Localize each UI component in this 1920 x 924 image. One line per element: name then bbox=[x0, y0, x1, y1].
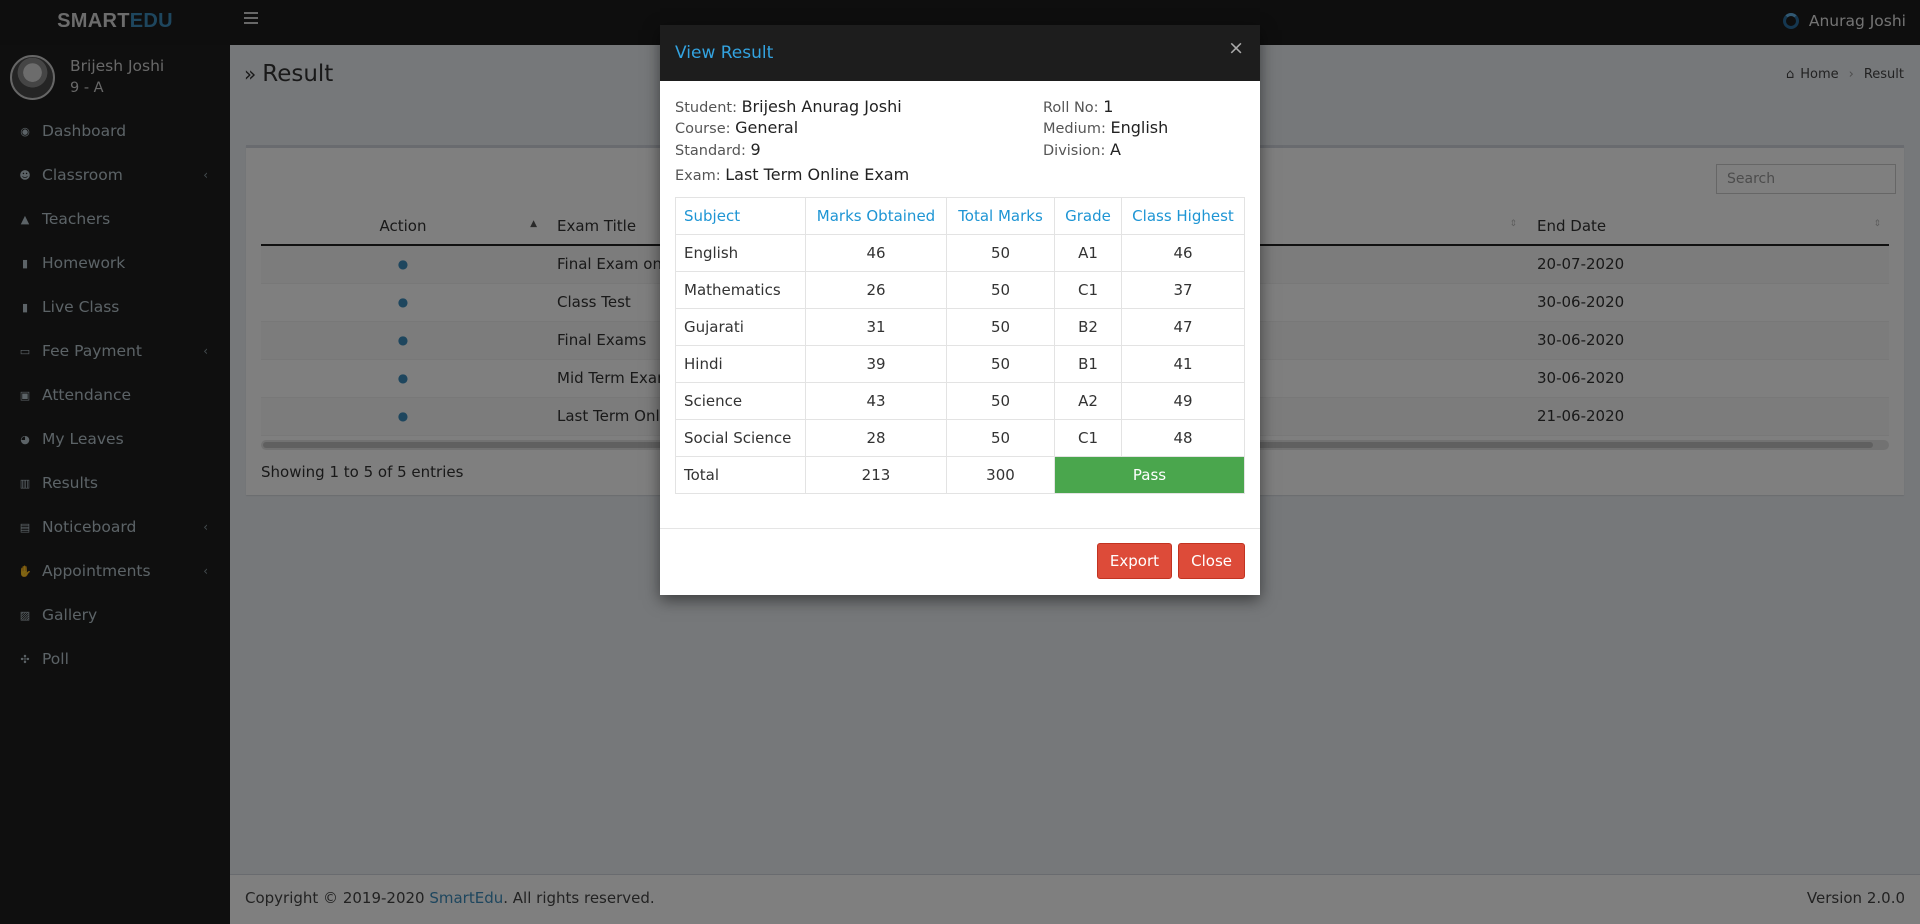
header-total-marks: Total Marks bbox=[946, 197, 1055, 235]
grade-cell: A1 bbox=[1054, 234, 1122, 272]
standard-info: Standard: 9 bbox=[675, 140, 761, 159]
grade-cell: A2 bbox=[1054, 382, 1122, 420]
info-label: Exam: bbox=[675, 168, 721, 184]
subject-cell: Mathematics bbox=[675, 271, 806, 309]
table-row: Science 43 50 A2 49 bbox=[675, 382, 1245, 420]
highest-cell: 37 bbox=[1121, 271, 1245, 309]
modal-header: View Result × bbox=[660, 25, 1260, 81]
subject-cell: English bbox=[675, 234, 806, 272]
total-cell: 50 bbox=[946, 234, 1055, 272]
highest-cell: 46 bbox=[1121, 234, 1245, 272]
info-label: Medium: bbox=[1043, 121, 1106, 137]
highest-cell: 47 bbox=[1121, 308, 1245, 346]
medium-info: Medium: English bbox=[1043, 118, 1168, 137]
table-row: Hindi 39 50 B1 41 bbox=[675, 345, 1245, 383]
highest-cell: 48 bbox=[1121, 419, 1245, 457]
info-value: A bbox=[1109, 140, 1121, 159]
marks-table: Subject Marks Obtained Total Marks Grade… bbox=[675, 197, 1245, 494]
grade-cell: C1 bbox=[1054, 271, 1122, 309]
info-label: Standard: bbox=[675, 143, 746, 159]
obtained-cell: 46 bbox=[805, 234, 947, 272]
obtained-cell: 28 bbox=[805, 419, 947, 457]
subject-cell: Social Science bbox=[675, 419, 806, 457]
total-marks-cell: 300 bbox=[946, 456, 1055, 494]
info-label: Course: bbox=[675, 121, 731, 137]
view-result-modal: View Result × Student: Brijesh Anurag Jo… bbox=[660, 25, 1260, 595]
table-row: English 46 50 A1 46 bbox=[675, 234, 1245, 272]
grade-cell: B2 bbox=[1054, 308, 1122, 346]
header-subject: Subject bbox=[675, 197, 806, 235]
total-cell: 50 bbox=[946, 382, 1055, 420]
table-row: Gujarati 31 50 B2 47 bbox=[675, 308, 1245, 346]
info-value: General bbox=[735, 118, 799, 137]
total-cell: 50 bbox=[946, 271, 1055, 309]
info-value: 9 bbox=[750, 140, 761, 159]
header-class-highest: Class Highest bbox=[1121, 197, 1245, 235]
info-value: 1 bbox=[1103, 97, 1114, 116]
header-marks-obtained: Marks Obtained bbox=[805, 197, 947, 235]
subject-cell: Hindi bbox=[675, 345, 806, 383]
subject-cell: Gujarati bbox=[675, 308, 806, 346]
obtained-cell: 26 bbox=[805, 271, 947, 309]
total-cell: 50 bbox=[946, 345, 1055, 383]
grade-cell: B1 bbox=[1054, 345, 1122, 383]
total-obtained-cell: 213 bbox=[805, 456, 947, 494]
highest-cell: 41 bbox=[1121, 345, 1245, 383]
total-cell: 50 bbox=[946, 308, 1055, 346]
highest-cell: 49 bbox=[1121, 382, 1245, 420]
total-label-cell: Total bbox=[675, 456, 806, 494]
student-info: Student: Brijesh Anurag Joshi bbox=[675, 97, 902, 116]
info-label: Division: bbox=[1043, 143, 1106, 159]
table-row: Mathematics 26 50 C1 37 bbox=[675, 271, 1245, 309]
info-value: English bbox=[1110, 118, 1169, 137]
total-row: Total 213 300 Pass bbox=[675, 456, 1245, 494]
info-value: Brijesh Anurag Joshi bbox=[741, 97, 902, 116]
info-label: Student: bbox=[675, 100, 737, 116]
info-label: Roll No: bbox=[1043, 100, 1099, 116]
division-info: Division: A bbox=[1043, 140, 1121, 159]
obtained-cell: 39 bbox=[805, 345, 947, 383]
table-row: Social Science 28 50 C1 48 bbox=[675, 419, 1245, 457]
modal-body: Student: Brijesh Anurag Joshi Course: Ge… bbox=[660, 81, 1260, 529]
modal-footer: Export Close bbox=[660, 529, 1260, 595]
subject-cell: Science bbox=[675, 382, 806, 420]
export-button[interactable]: Export bbox=[1096, 543, 1172, 579]
obtained-cell: 31 bbox=[805, 308, 947, 346]
course-info: Course: General bbox=[675, 118, 798, 137]
modal-title: View Result bbox=[675, 43, 774, 63]
roll-info: Roll No: 1 bbox=[1043, 97, 1113, 116]
close-button[interactable]: Close bbox=[1178, 543, 1245, 579]
header-grade: Grade bbox=[1054, 197, 1122, 235]
info-value: Last Term Online Exam bbox=[725, 165, 910, 184]
close-icon[interactable]: × bbox=[1228, 37, 1244, 59]
exam-info: Exam: Last Term Online Exam bbox=[675, 165, 909, 184]
obtained-cell: 43 bbox=[805, 382, 947, 420]
result-status-badge: Pass bbox=[1054, 456, 1245, 494]
total-cell: 50 bbox=[946, 419, 1055, 457]
grade-cell: C1 bbox=[1054, 419, 1122, 457]
